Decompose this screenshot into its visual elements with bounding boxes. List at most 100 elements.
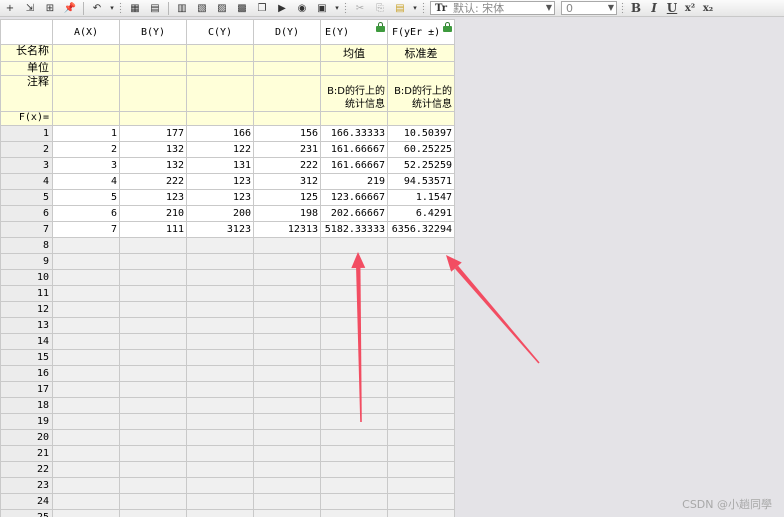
empty-cell[interactable]	[119, 381, 187, 398]
data-cell[interactable]: 6356.32294	[387, 221, 455, 238]
export-icon[interactable]: ▩	[234, 1, 250, 15]
empty-cell[interactable]	[253, 317, 321, 334]
data-cell[interactable]: 166	[186, 125, 254, 142]
data-cell[interactable]: 52.25259	[387, 157, 455, 174]
empty-cell[interactable]	[186, 477, 254, 494]
data-cell[interactable]: 219	[320, 173, 388, 190]
import-icon[interactable]: ▨	[214, 1, 230, 15]
empty-cell[interactable]	[320, 429, 388, 446]
units-cell[interactable]	[320, 61, 388, 76]
paste-plain-icon[interactable]: ▤	[392, 1, 408, 15]
empty-cell[interactable]	[387, 381, 455, 398]
data-cell[interactable]: 1.1547	[387, 189, 455, 206]
toolbar-grip[interactable]	[621, 1, 625, 15]
empty-cell[interactable]	[387, 477, 455, 494]
row-number[interactable]: 19	[0, 413, 53, 430]
empty-cell[interactable]	[387, 253, 455, 270]
empty-cell[interactable]	[320, 493, 388, 510]
row-header-formula[interactable]: F(x)=	[0, 111, 53, 126]
empty-cell[interactable]	[186, 333, 254, 350]
row-number[interactable]: 18	[0, 397, 53, 414]
units-cell[interactable]	[119, 61, 187, 76]
add-column-icon[interactable]: +	[2, 1, 18, 15]
toolbar-dropdown-icon[interactable]: ▾	[412, 1, 418, 15]
data-cell[interactable]: 177	[119, 125, 187, 142]
empty-cell[interactable]	[52, 349, 120, 366]
empty-cell[interactable]	[186, 301, 254, 318]
empty-cell[interactable]	[186, 317, 254, 334]
row-number[interactable]: 14	[0, 333, 53, 350]
row-number[interactable]: 2	[0, 141, 53, 158]
statistics-icon[interactable]: ▧	[194, 1, 210, 15]
empty-cell[interactable]	[52, 269, 120, 286]
long-name-cell[interactable]	[119, 44, 187, 62]
undo-icon[interactable]: ↶	[89, 1, 105, 15]
empty-cell[interactable]	[253, 509, 321, 517]
empty-cell[interactable]	[119, 477, 187, 494]
row-number[interactable]: 9	[0, 253, 53, 270]
row-header-comments[interactable]: 注释	[0, 75, 53, 112]
empty-cell[interactable]	[119, 445, 187, 462]
column-header-c[interactable]: C(Y)	[186, 19, 254, 45]
data-cell[interactable]: 5182.33333	[320, 221, 388, 238]
empty-cell[interactable]	[320, 445, 388, 462]
empty-cell[interactable]	[320, 461, 388, 478]
empty-cell[interactable]	[119, 461, 187, 478]
empty-cell[interactable]	[186, 413, 254, 430]
formula-cell[interactable]	[253, 111, 321, 126]
empty-cell[interactable]	[119, 333, 187, 350]
formula-cell[interactable]	[52, 111, 120, 126]
font-size-select[interactable]: 0 ▼	[561, 1, 617, 15]
empty-cell[interactable]	[387, 237, 455, 254]
column-header-d[interactable]: D(Y)	[253, 19, 321, 45]
units-cell[interactable]	[387, 61, 455, 76]
data-cell[interactable]: 3123	[186, 221, 254, 238]
toolbar-grip[interactable]	[344, 1, 348, 15]
chevron-down-icon[interactable]: ▼	[608, 3, 614, 12]
empty-cell[interactable]	[387, 397, 455, 414]
empty-cell[interactable]	[320, 413, 388, 430]
column-header-f[interactable]: F(yEr ±)	[387, 19, 455, 45]
empty-cell[interactable]	[119, 413, 187, 430]
column-header-e[interactable]: E(Y)	[320, 19, 388, 45]
data-cell[interactable]: 3	[52, 157, 120, 174]
empty-cell[interactable]	[186, 253, 254, 270]
row-number[interactable]: 11	[0, 285, 53, 302]
empty-cell[interactable]	[253, 477, 321, 494]
empty-cell[interactable]	[387, 365, 455, 382]
formula-cell[interactable]	[320, 111, 388, 126]
empty-cell[interactable]	[52, 365, 120, 382]
superscript-button[interactable]: x²	[681, 3, 699, 14]
empty-cell[interactable]	[52, 253, 120, 270]
empty-cell[interactable]	[119, 237, 187, 254]
empty-cell[interactable]	[320, 397, 388, 414]
empty-cell[interactable]	[387, 461, 455, 478]
empty-cell[interactable]	[253, 365, 321, 382]
underline-button[interactable]: U	[663, 1, 681, 15]
empty-cell[interactable]	[119, 429, 187, 446]
empty-cell[interactable]	[387, 301, 455, 318]
empty-cell[interactable]	[186, 237, 254, 254]
empty-cell[interactable]	[320, 381, 388, 398]
data-cell[interactable]: 131	[186, 157, 254, 174]
long-name-cell[interactable]	[253, 44, 321, 62]
empty-cell[interactable]	[253, 237, 321, 254]
row-number[interactable]: 24	[0, 493, 53, 510]
comments-cell[interactable]	[119, 75, 187, 112]
long-name-cell[interactable]	[186, 44, 254, 62]
row-number[interactable]: 5	[0, 189, 53, 206]
empty-cell[interactable]	[253, 397, 321, 414]
empty-cell[interactable]	[253, 429, 321, 446]
empty-cell[interactable]	[320, 285, 388, 302]
empty-cell[interactable]	[387, 509, 455, 517]
data-cell[interactable]: 161.66667	[320, 157, 388, 174]
column-header-b[interactable]: B(Y)	[119, 19, 187, 45]
row-number[interactable]: 8	[0, 237, 53, 254]
comments-cell[interactable]	[253, 75, 321, 112]
row-number[interactable]: 7	[0, 221, 53, 238]
pin-icon[interactable]: 📌	[62, 1, 78, 15]
data-cell[interactable]: 5	[52, 189, 120, 206]
empty-cell[interactable]	[119, 397, 187, 414]
row-number[interactable]: 16	[0, 365, 53, 382]
data-cell[interactable]: 200	[186, 205, 254, 222]
